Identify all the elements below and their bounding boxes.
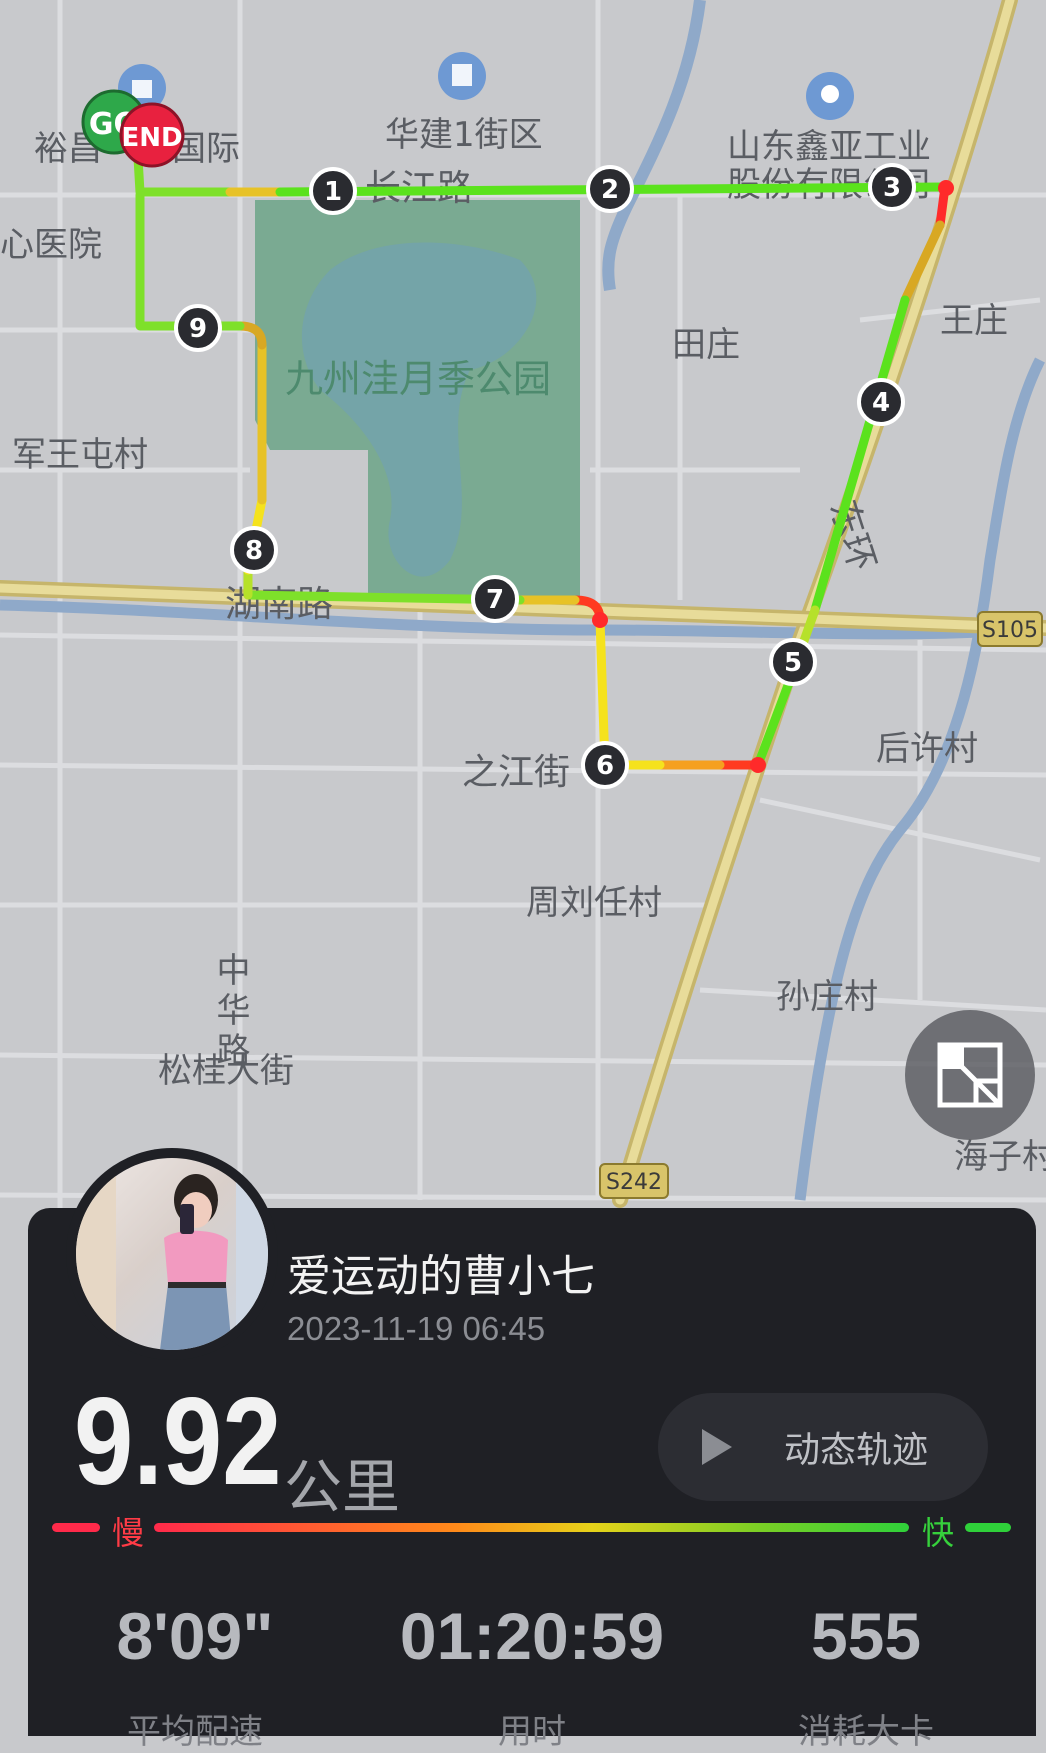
km-marker-5: 5 [769, 638, 817, 686]
duration-value: 01:20:59 [399, 1599, 665, 1673]
location-pin-icon [806, 72, 854, 120]
label-hospital: 心医院 [0, 225, 102, 265]
avg-pace-value: 8'09" [116, 1599, 274, 1673]
svg-text:6: 6 [596, 751, 614, 781]
svg-text:S105: S105 [982, 618, 1038, 643]
svg-text:4: 4 [872, 388, 890, 418]
km-marker-6: 6 [581, 741, 629, 789]
speed-gradient-bar [154, 1523, 909, 1532]
km-marker-2: 2 [586, 165, 634, 213]
workout-time: 2023-11-19 06:45 [287, 1310, 546, 1347]
label-huajian: 华建1街区 [385, 115, 543, 155]
route-dot [750, 757, 766, 773]
road-shield-s105: S105 [977, 611, 1043, 647]
svg-text:7: 7 [486, 585, 504, 615]
km-marker-3: 3 [868, 163, 916, 211]
km-marker-4: 4 [857, 378, 905, 426]
label-houxu: 后许村 [876, 729, 978, 769]
fullscreen-button[interactable] [905, 1010, 1035, 1140]
expand-icon [937, 1042, 1003, 1108]
svg-text:S242: S242 [606, 1170, 662, 1195]
svg-text:3: 3 [883, 173, 901, 203]
svg-text:9: 9 [189, 314, 207, 344]
route-dot [938, 180, 954, 196]
play-icon [702, 1429, 732, 1465]
label-hunan-road: 湖南路 [225, 584, 333, 625]
user-name: 爱运动的曹小七 [287, 1251, 595, 1302]
label-park: 九州洼月季公园 [285, 357, 551, 401]
distance-unit: 公里 [284, 1453, 401, 1521]
label-xinya-1: 山东鑫亚工业 [727, 127, 931, 167]
label-zhouliuren: 周刘任村 [526, 883, 662, 923]
route-dot [592, 612, 608, 628]
svg-text:8: 8 [245, 536, 263, 566]
distance-value: 9.92 [74, 1373, 282, 1511]
fast-label: 快 [922, 1514, 955, 1552]
avatar-image [76, 1158, 268, 1350]
km-marker-9: 9 [174, 304, 222, 352]
end-marker: END [119, 102, 185, 168]
label-zhijiang: 之江街 [462, 752, 570, 793]
speed-bar-slow-segment [52, 1523, 100, 1532]
speed-bar-fast-segment [965, 1523, 1011, 1532]
svg-text:5: 5 [784, 648, 802, 678]
label-wangzhuang: 王庄 [940, 301, 1008, 341]
calories-value: 555 [810, 1599, 922, 1673]
avg-pace-label: 平均配速 [127, 1712, 263, 1752]
label-tianzhuang: 田庄 [672, 325, 740, 365]
road-shield-s242: S242 [599, 1163, 669, 1199]
calories-label: 消耗大卡 [798, 1712, 934, 1752]
replay-track-button[interactable]: 动态轨迹 [658, 1393, 988, 1501]
km-marker-8: 8 [230, 526, 278, 574]
slow-label: 慢 [112, 1514, 145, 1552]
label-junwangtun: 军王屯村 [12, 435, 148, 475]
svg-text:END: END [121, 123, 182, 153]
label-haizi: 海子村 [954, 1137, 1046, 1177]
svg-text:1: 1 [324, 177, 342, 207]
label-songgui: 松桂大街 [158, 1051, 294, 1091]
label-sunzhuang: 孙庄村 [776, 977, 878, 1017]
km-marker-7: 7 [471, 575, 519, 623]
avatar[interactable] [76, 1158, 268, 1350]
svg-text:2: 2 [601, 175, 619, 205]
duration-label: 用时 [498, 1712, 566, 1752]
km-marker-1: 1 [309, 167, 357, 215]
replay-track-label: 动态轨迹 [784, 1430, 929, 1471]
poi-pin-icon [438, 52, 486, 100]
